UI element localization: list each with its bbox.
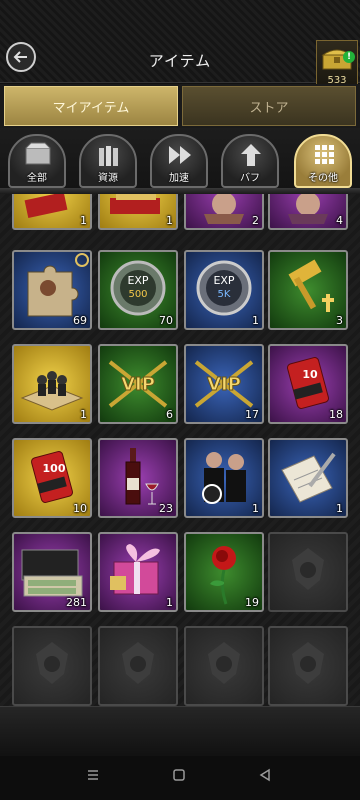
badge-text: 10 (302, 368, 318, 381)
buff-arrow-icon (241, 144, 261, 166)
map-figures-icon (20, 371, 84, 411)
item-quantity: 1 (336, 502, 343, 515)
empty-slot-icon (292, 548, 324, 590)
badge-title: EXP (127, 274, 148, 287)
golden-hammer-icon (288, 259, 334, 312)
item-quantity: 3 (336, 314, 343, 327)
tab-bar: マイアイテム ストア (0, 84, 360, 128)
item-quantity: 1 (80, 408, 87, 421)
category-label: バフ (240, 173, 260, 184)
document-pen-icon (281, 452, 336, 503)
item-slot[interactable]: 3 (268, 250, 348, 330)
category-label: その他 (308, 173, 338, 184)
category-speedup[interactable]: 加速 (150, 134, 208, 188)
item-slot[interactable]: 100 10 (12, 438, 92, 518)
item-slot[interactable]: 1 (12, 344, 92, 424)
ticket-bundle-icon (110, 194, 160, 214)
empty-slot-icon (122, 642, 154, 684)
portrait-piece-icon (288, 194, 328, 224)
item-slot[interactable]: EXP 5K 1 (184, 250, 264, 330)
category-bar: 全部 資源 加速 バフ その他 (0, 128, 360, 190)
item-slot[interactable]: 69 (12, 250, 92, 330)
item-quantity: 1 (166, 596, 173, 609)
badge-text: VIP (207, 374, 241, 395)
item-quantity: 17 (245, 408, 259, 421)
home-icon[interactable] (172, 768, 186, 782)
empty-slot-icon (208, 642, 240, 684)
page-title: アイテム (148, 52, 212, 70)
empty-slot[interactable] (98, 626, 178, 706)
alert-badge: ! (343, 51, 355, 63)
item-slot[interactable]: 1 (12, 194, 92, 230)
category-resources[interactable]: 資源 (79, 134, 137, 188)
category-other[interactable]: その他 (294, 134, 352, 188)
item-quantity: 69 (73, 314, 87, 327)
back-nav-icon[interactable] (258, 768, 272, 782)
category-label: 資源 (98, 173, 118, 184)
item-quantity: 70 (159, 314, 173, 327)
badge-value: 500 (128, 289, 147, 300)
tab-store[interactable]: ストア (182, 86, 356, 126)
item-quantity: 1 (252, 314, 259, 327)
item-slot[interactable]: 1 (268, 438, 348, 518)
item-slot[interactable]: VIP 6 (98, 344, 178, 424)
bottom-bar (0, 706, 360, 757)
item-quantity: 4 (336, 214, 343, 227)
item-quantity: 23 (159, 502, 173, 515)
item-grid: 1 1 2 4 69 EXP 500 70 EXP 5K 1 3 1 VIP 6… (0, 194, 360, 706)
exp-5k-badge-icon: EXP 5K (196, 260, 252, 316)
item-quantity: 1 (252, 502, 259, 515)
empty-slot[interactable] (12, 626, 92, 706)
vip-badge-icon: VIP (108, 360, 168, 408)
item-slot[interactable]: 281 (12, 532, 92, 612)
item-quantity: 1 (80, 214, 87, 227)
item-slot[interactable]: VIP 17 (184, 344, 264, 424)
bullets-icon (99, 146, 118, 166)
item-slot[interactable]: 10 18 (268, 344, 348, 424)
item-slot[interactable]: 1 (98, 532, 178, 612)
empty-slot-icon (292, 642, 324, 684)
badge-value: 5K (218, 289, 231, 300)
category-buff[interactable]: バフ (221, 134, 279, 188)
item-quantity: 1 (166, 214, 173, 227)
item-quantity: 10 (73, 502, 87, 515)
system-nav-bar (0, 756, 360, 800)
badge-text: 100 (43, 462, 66, 475)
item-quantity: 281 (66, 596, 87, 609)
badge-title: EXP (213, 274, 234, 287)
fast-forward-icon (169, 146, 191, 164)
empty-slot-icon (36, 642, 68, 684)
header-bar: アイテム ! 533 (0, 0, 360, 88)
item-slot[interactable]: 4 (268, 194, 348, 230)
item-slot[interactable]: 19 (184, 532, 264, 612)
empty-slot[interactable] (268, 532, 348, 612)
item-slot[interactable]: 1 (98, 194, 178, 230)
recent-apps-icon[interactable] (86, 768, 100, 782)
empty-slot[interactable] (268, 626, 348, 706)
item-quantity: 19 (245, 596, 259, 609)
agents-swap-icon (202, 452, 246, 504)
box-icon (25, 142, 51, 165)
category-label: 全部 (27, 173, 47, 184)
category-label: 加速 (169, 173, 189, 184)
category-all[interactable]: 全部 (8, 134, 66, 188)
badge-text: VIP (121, 374, 155, 395)
grid-icon (315, 145, 334, 164)
item-slot[interactable]: 2 (184, 194, 264, 230)
tab-my-items[interactable]: マイアイテム (4, 86, 178, 126)
item-slot[interactable]: EXP 500 70 (98, 250, 178, 330)
empty-slot[interactable] (184, 626, 264, 706)
item-quantity: 6 (166, 408, 173, 421)
ticket-icon (24, 194, 68, 218)
portrait-piece-icon (204, 194, 244, 224)
gift-box-icon (110, 544, 160, 595)
item-slot[interactable]: 23 (98, 438, 178, 518)
item-slot[interactable]: 1 (184, 438, 264, 518)
item-quantity: 18 (329, 408, 343, 421)
treasure-chest-button[interactable]: ! 533 (316, 40, 358, 88)
item-quantity: 2 (252, 214, 259, 227)
